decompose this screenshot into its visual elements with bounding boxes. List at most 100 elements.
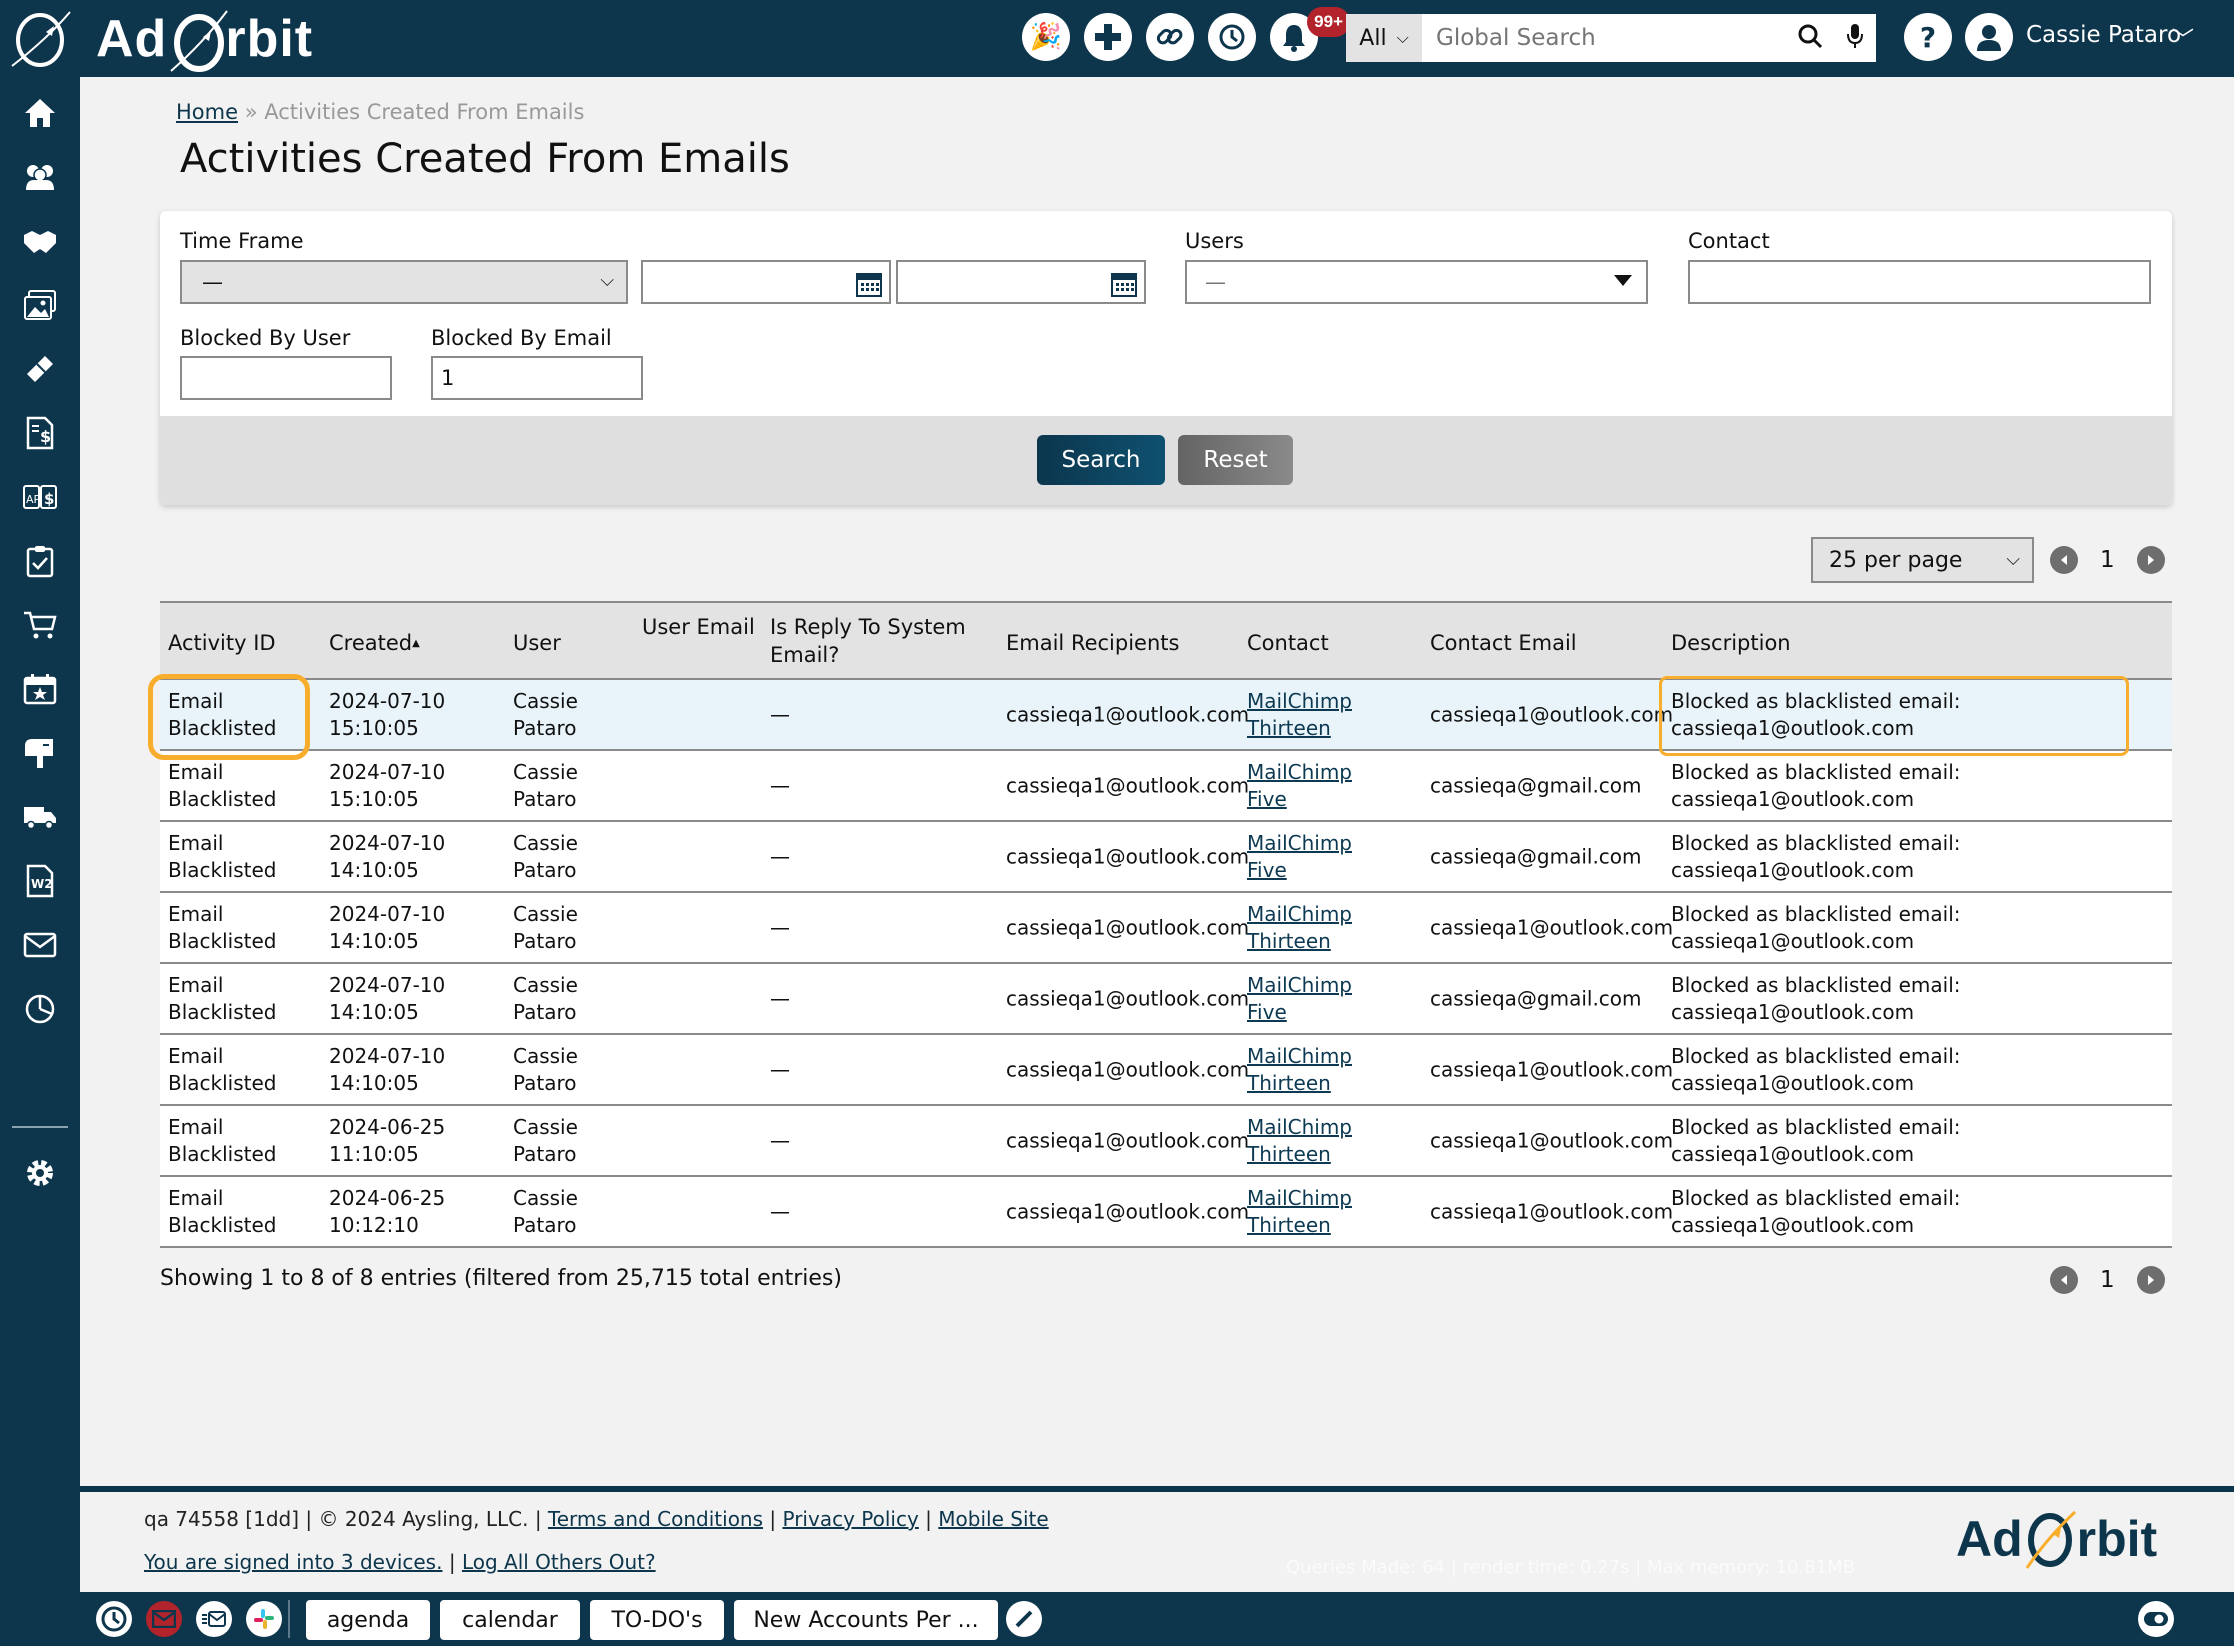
sidebar-item-w2[interactable]: W2 [0,851,80,911]
calendar-icon[interactable] [1110,270,1138,303]
column-header-contact-email[interactable]: Contact Email [1430,629,1577,657]
next-page-icon[interactable] [2136,546,2165,574]
edit-pencil-icon[interactable] [1006,1601,1042,1637]
sidebar-item-tickets[interactable] [0,339,80,399]
quick-tab-agenda[interactable]: agenda [306,1600,430,1640]
column-header-activity-id[interactable]: Activity ID [168,629,276,657]
column-header-description[interactable]: Description [1671,629,1791,657]
user-menu-chevron-icon[interactable]: ﹀ [2172,22,2194,54]
footer-legal: qa 74558 [1dd] | © 2024 Aysling, LLC. | … [144,1507,1049,1531]
contact-link[interactable]: MailChimp Five [1247,972,1397,1026]
contact-link[interactable]: MailChimp Thirteen [1247,901,1397,955]
sidebar-item-ap-ar[interactable]: AP $ [0,467,80,527]
sidebar-item-mailbox[interactable] [0,723,80,783]
global-search-input[interactable] [1422,14,1786,62]
bell-icon[interactable]: 99+ [1270,7,1350,61]
adorbit-logo[interactable]: Ad rbit [96,6,313,72]
sidebar-item-deals[interactable] [0,211,80,271]
table-row[interactable]: Email Blacklisted 2024-07-10 14:10:05 Cassi… [160,1035,2172,1106]
sidebar-item-home[interactable] [0,83,80,143]
sidebar-item-email[interactable] [0,915,80,975]
footer-orbit-icon [2025,1510,2076,1569]
blocked-by-email-input[interactable]: 1 [431,356,643,400]
plus-icon[interactable] [1084,13,1132,61]
quick-tab-new-accounts[interactable]: New Accounts Per ... [734,1600,998,1640]
contact-link[interactable]: MailChimp Thirteen [1247,1185,1397,1239]
search-scope-select[interactable]: All ⌵ [1346,14,1422,62]
breadcrumb-home-link[interactable]: Home [176,100,238,124]
sidebar-item-contacts[interactable] [0,147,80,207]
search-icon[interactable] [1797,23,1823,54]
date-from-input[interactable] [641,260,891,304]
contact-link[interactable]: MailChimp Thirteen [1247,1114,1397,1168]
email-queue-icon[interactable] [196,1601,232,1637]
table-row[interactable]: Email Blacklisted 2024-07-10 14:10:05 Cassi… [160,964,2172,1035]
next-page-icon[interactable] [2136,1266,2165,1294]
envelope-icon [23,932,57,958]
column-header-email-recipients[interactable]: Email Recipients [1006,629,1179,657]
contact-input[interactable] [1688,260,2151,304]
sidebar-item-media[interactable] [0,275,80,335]
sidebar-item-tasks[interactable] [0,531,80,591]
description-line-2: cassieqa1@outlook.com [1671,715,1915,740]
logo-text-rbit: rbit [225,10,314,68]
current-page[interactable]: 1 [2100,1267,2115,1293]
cell-description: Blocked as blacklisted email: cassieqa1@o… [1671,688,1960,742]
history-icon[interactable] [1208,13,1256,61]
sidebar-item-orders[interactable] [0,595,80,655]
column-header-user[interactable]: User [513,629,561,657]
user-name[interactable]: Cassie Pataro [2026,22,2181,48]
quick-tab-todos[interactable]: TO-DO's [590,1600,724,1640]
mail-icon[interactable] [146,1601,182,1637]
sidebar-item-reports[interactable] [0,979,80,1039]
sidebar-item-events[interactable] [0,659,80,719]
column-header-user-email[interactable]: User Email [642,613,755,641]
table-row[interactable]: Email Blacklisted 2024-06-25 10:12:10 Cassi… [160,1177,2172,1248]
per-page-select[interactable]: 25 per page ⌵ [1811,537,2034,583]
link-icon[interactable] [1146,13,1194,61]
microphone-icon[interactable] [1845,22,1865,55]
table-row[interactable]: Email Blacklisted 2024-07-10 14:10:05 Cassi… [160,893,2172,964]
current-page[interactable]: 1 [2100,547,2115,573]
adorbit-logo-mark-icon[interactable] [8,8,74,68]
calendar-icon[interactable] [855,270,883,303]
time-frame-select[interactable]: — ⌵ [180,260,628,304]
column-header-is-reply[interactable]: Is Reply To System Email? [770,613,970,669]
table-row[interactable]: Email Blacklisted 2024-07-10 14:10:05 Cassi… [160,822,2172,893]
footer-sep: | [769,1507,777,1531]
party-popper-icon[interactable]: 🎉 [1022,13,1070,61]
contact-link[interactable]: MailChimp Thirteen [1247,688,1397,742]
terms-link[interactable]: Terms and Conditions [548,1507,763,1531]
sidebar-item-settings[interactable] [0,1143,80,1203]
clock-icon[interactable] [96,1601,132,1637]
table-row[interactable]: Email Blacklisted 2024-07-10 15:10:05 Cassi… [160,751,2172,822]
cell-description: Blocked as blacklisted email: cassieqa1@o… [1671,1114,1960,1168]
users-select[interactable]: — [1185,260,1648,304]
contact-link[interactable]: MailChimp Thirteen [1247,1043,1397,1097]
log-others-out-link[interactable]: Log All Others Out? [462,1550,656,1574]
contact-link[interactable]: MailChimp Five [1247,759,1397,813]
reset-button[interactable]: Reset [1178,435,1293,485]
signed-in-devices-link[interactable]: You are signed into 3 devices. [144,1550,442,1574]
sidebar-item-delivery[interactable] [0,787,80,847]
search-button[interactable]: Search [1037,435,1165,485]
blocked-by-user-input[interactable] [180,356,392,400]
help-icon[interactable]: ? [1904,13,1952,61]
prev-page-icon[interactable] [2050,1266,2078,1294]
avatar[interactable] [1965,13,2013,61]
date-to-input[interactable] [896,260,1146,304]
prev-page-icon[interactable] [2050,546,2078,574]
column-header-contact[interactable]: Contact [1247,629,1329,657]
slack-icon[interactable] [246,1601,282,1637]
quick-tab-calendar[interactable]: calendar [440,1600,580,1640]
description-line-1: Blocked as blacklisted email: [1671,830,1961,855]
sidebar-item-invoices[interactable]: $ [0,403,80,463]
contact-link[interactable]: MailChimp Five [1247,830,1397,884]
mobile-site-link[interactable]: Mobile Site [938,1507,1048,1531]
table-row[interactable]: Email Blacklisted 2024-06-25 11:10:05 Cassi… [160,1106,2172,1177]
column-header-created[interactable]: Created▲ [329,629,420,658]
table-row[interactable]: Email Blacklisted 2024-07-10 15:10:05 Cassi… [160,680,2172,751]
description-line-2: cassieqa1@outlook.com [1671,928,1915,953]
toggle-icon[interactable] [2138,1601,2174,1637]
privacy-link[interactable]: Privacy Policy [783,1507,919,1531]
